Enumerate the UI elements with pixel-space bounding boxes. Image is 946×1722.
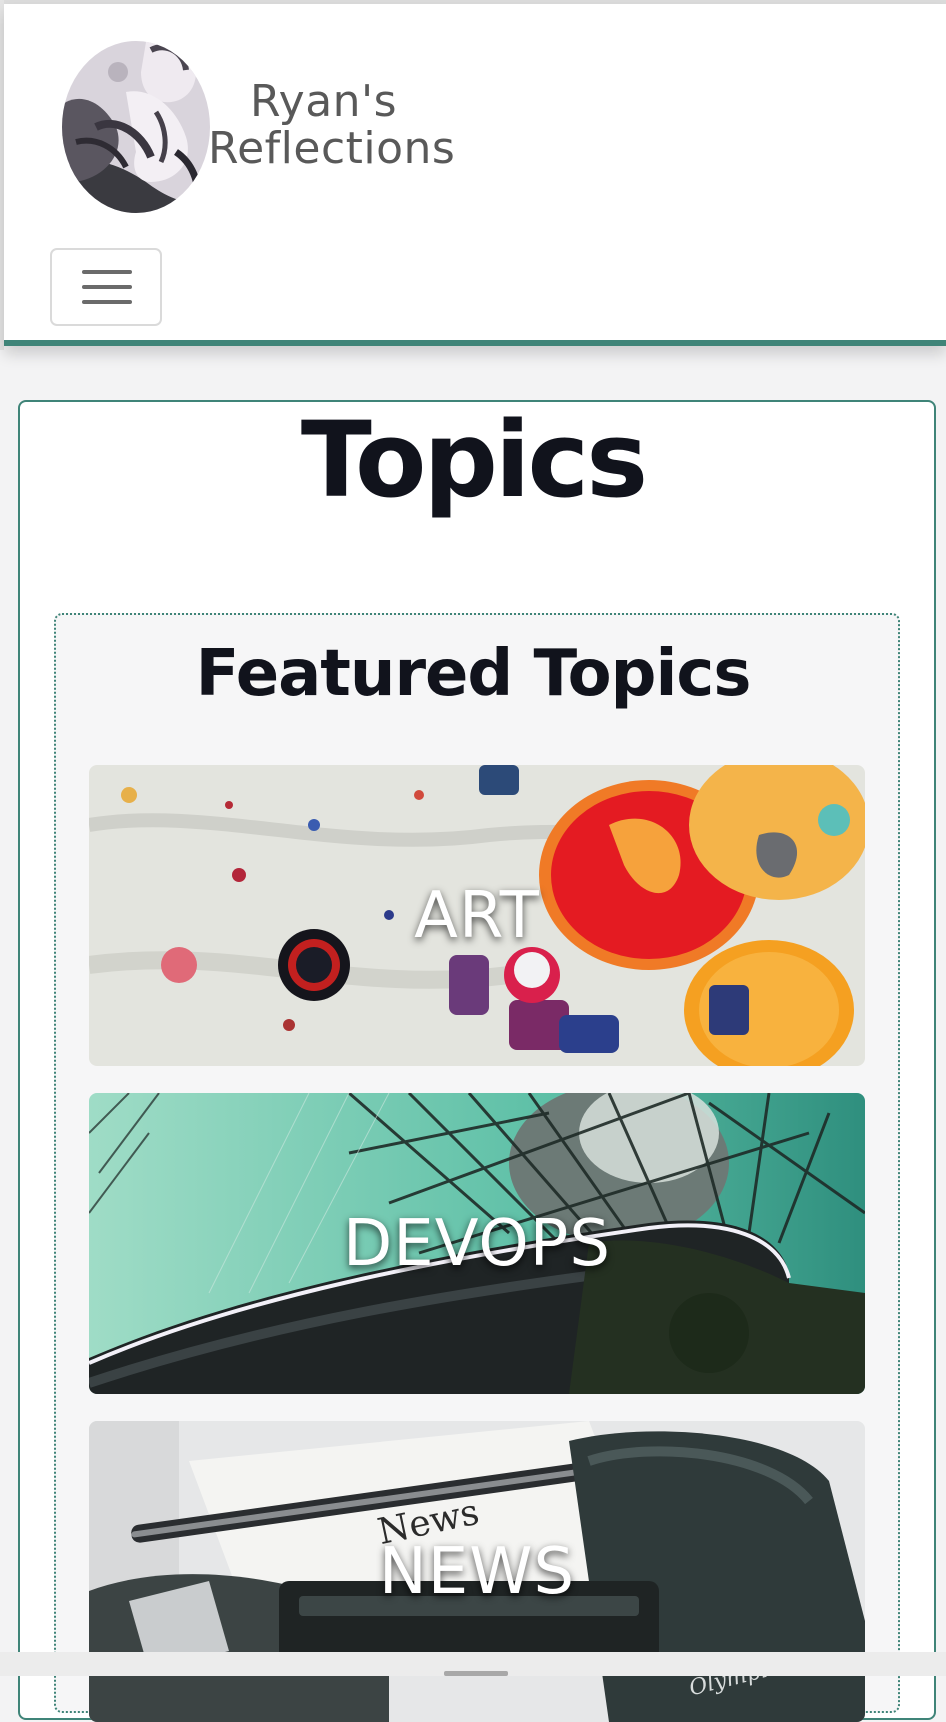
featured-topics-title: Featured Topics xyxy=(195,637,752,711)
brand-name-line1: Ryan's xyxy=(250,76,398,127)
topic-tile-devops[interactable]: DEVOPS xyxy=(89,1093,865,1394)
site-header: Ryan's Reflections xyxy=(4,4,946,346)
brand-logo-link[interactable]: Ryan's Reflections xyxy=(56,32,476,232)
page-title: Topics xyxy=(300,399,648,521)
topic-tile-news[interactable]: News Olympia NEWS xyxy=(89,1421,865,1722)
thinker-statue-icon xyxy=(62,41,210,213)
topic-label-news: NEWS xyxy=(378,1534,576,1609)
menu-toggle-button[interactable] xyxy=(50,248,162,326)
topic-label-devops: DEVOPS xyxy=(343,1206,611,1281)
scroll-handle[interactable] xyxy=(444,1671,508,1676)
topic-label-art: ART xyxy=(414,878,540,953)
brand-name-line2: Reflections xyxy=(208,123,456,174)
topic-tile-art[interactable]: ART xyxy=(89,765,865,1066)
